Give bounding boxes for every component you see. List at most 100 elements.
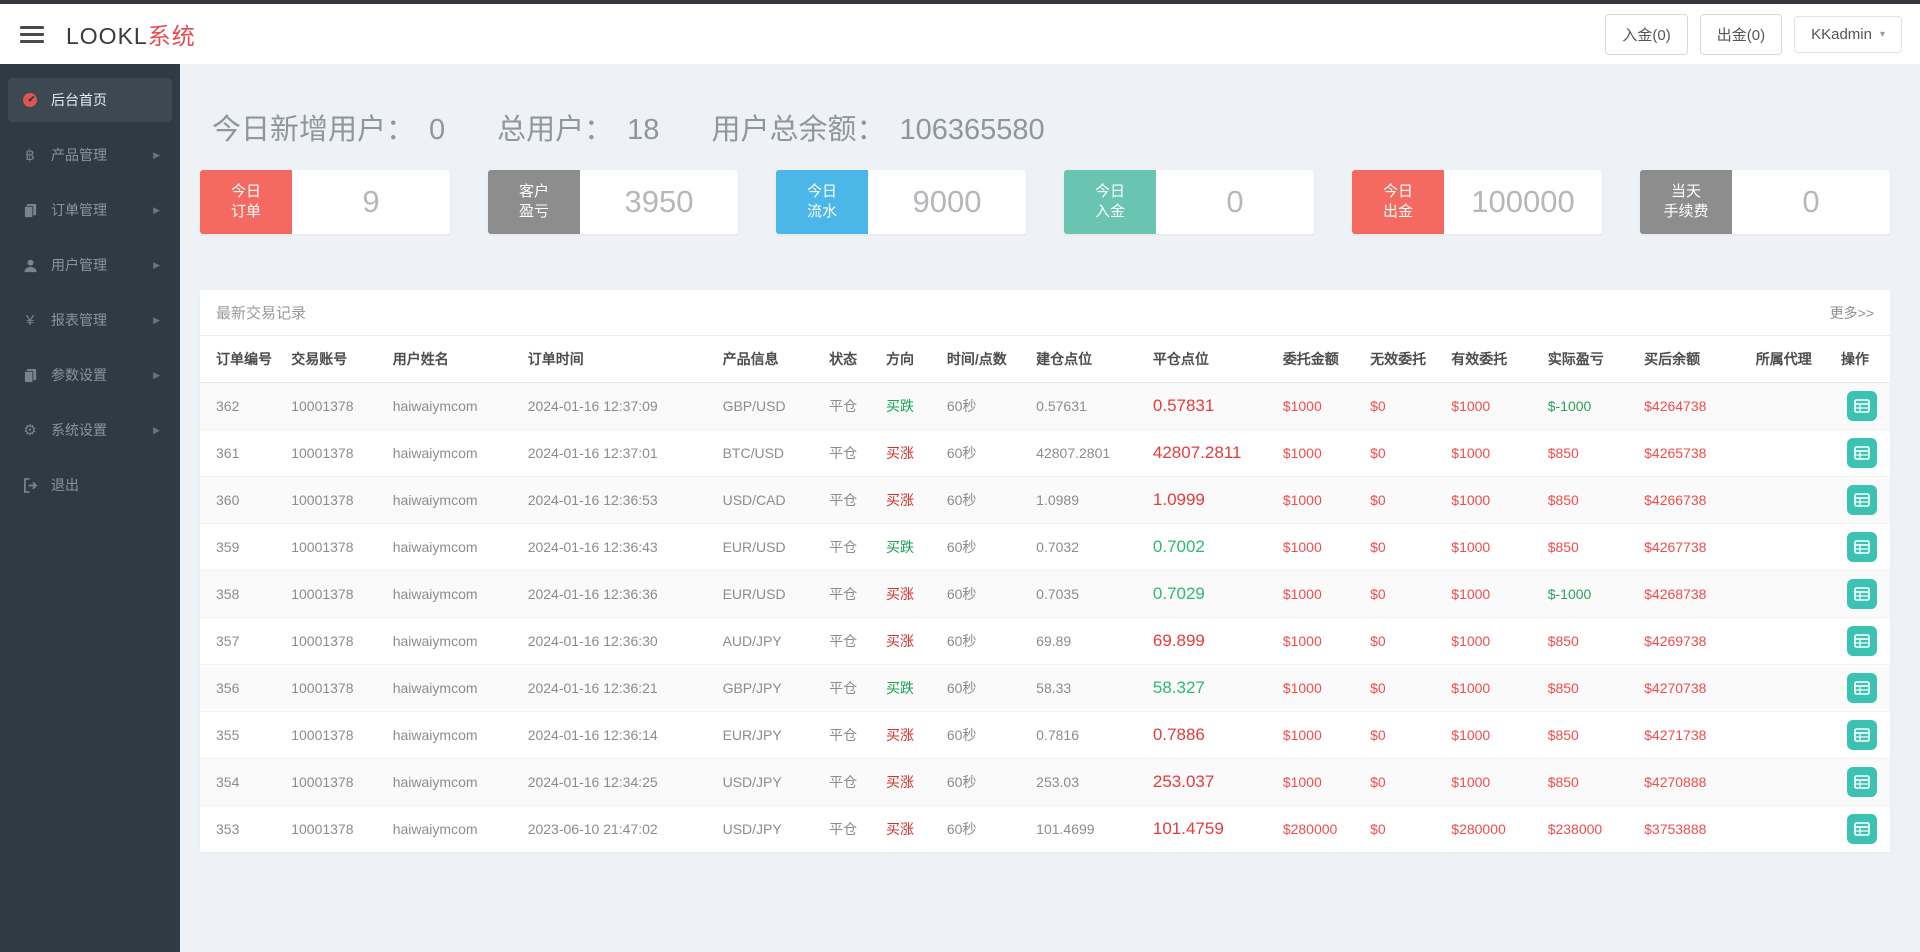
stat-card-label-line2: 盈亏 [518,203,549,220]
cell-open-price: 1.0989 [1028,476,1145,524]
user-icon [20,258,40,273]
sidebar-item-4[interactable]: ¥ 报表管理 ▶ [8,298,172,342]
sidebar-item-label: 订单管理 [51,202,107,218]
cell-product: EUR/JPY [714,711,822,759]
col-header-1: 交易账号 [283,336,385,383]
stat-card-label-line1: 今日 [806,182,837,200]
sidebar-item-7[interactable]: 退出 [8,463,172,507]
stat-card-label-line1: 今日 [1094,182,1125,200]
cell-invalid-amount: $0 [1362,570,1444,618]
cell-direction: 买跌 [877,523,939,571]
stat-card-label-line1: 今日 [230,182,261,200]
order-detail-button[interactable] [1846,485,1877,515]
table-row: 356 10001378 haiwaiymcom 2024-01-16 12:36:2… [200,664,1890,712]
stat-card-label-line2: 流水 [806,203,837,220]
cell-balance-after: $3753888 [1644,821,1707,837]
stat-card-label-line1: 今日 [1382,182,1413,200]
stat-card-0: 今日 订单 9 [200,170,450,234]
table-icon [1853,587,1870,601]
col-header-7: 时间/点数 [938,336,1029,383]
order-detail-button[interactable] [1846,720,1877,750]
cell-period: 60秒 [938,711,1029,759]
table-row: 362 10001378 haiwaiymcom 2024-01-16 12:37:0… [200,382,1890,430]
cell-close-price: 0.57831 [1144,382,1275,430]
order-detail-button[interactable] [1846,579,1877,609]
summary-stats: 今日新增用户： 0 总用户： 18 用户总余额： 106365580 [212,106,1890,148]
cell-order-id: 355 [200,711,284,759]
sidebar-item-0[interactable]: 后台首页 [8,78,172,122]
cell-direction: 买涨 [877,476,939,524]
col-header-8: 建仓点位 [1028,336,1145,383]
cell-actions [1833,711,1890,759]
cell-direction: 买涨 [877,617,939,665]
cell-account: 10001378 [283,523,385,571]
cell-agent [1747,523,1834,571]
cell-order-time: 2024-01-16 12:36:43 [519,523,715,571]
total-users-value: 18 [627,114,660,146]
logo-text-cn: 系统 [147,23,196,49]
withdraw-button[interactable]: 出金(0) [1699,13,1783,55]
logo-text-en: LOOKL [66,23,148,49]
cell-direction: 买涨 [877,429,939,477]
cell-actions [1833,664,1890,712]
cell-invalid-amount: $0 [1362,711,1444,759]
cell-balance-after: $4269738 [1636,617,1748,665]
cell-open-price: 0.7816 [1028,711,1145,759]
cell-open-price: 0.57631 [1028,382,1145,430]
cell-product: GBP/USD [714,382,822,430]
order-detail-button[interactable] [1846,532,1877,562]
col-header-11: 无效委托 [1362,336,1444,383]
sidebar-item-1[interactable]: ฿ 产品管理 ▶ [8,133,172,177]
cell-order-amount: $1000 [1274,476,1363,524]
stat-card-label-line2: 订单 [230,203,261,220]
cell-username: haiwaiymcom [384,429,520,477]
cell-order-time: 2024-01-16 12:37:01 [519,429,715,477]
cell-product: GBP/JPY [714,664,822,712]
cell-balance-after: $4270888 [1636,758,1748,806]
cell-balance-after: $4266738 [1636,476,1748,524]
more-link[interactable]: 更多>> [1830,303,1874,323]
chevron-right-icon: ▶ [153,369,160,380]
cell-username: haiwaiymcom [384,664,520,712]
cell-period: 60秒 [938,664,1029,712]
order-detail-button[interactable] [1846,767,1877,797]
order-detail-button[interactable] [1846,438,1877,468]
cell-invalid-amount: $0 [1362,758,1444,806]
stat-card-label-line2: 入金 [1094,203,1125,220]
total-balance-value: 106365580 [899,114,1045,146]
sidebar-item-2[interactable]: 订单管理 ▶ [8,188,172,232]
cell-direction: 买涨 [885,821,914,837]
sidebar-item-label: 用户管理 [51,257,107,273]
cell-profit-loss: $850 [1539,711,1637,759]
user-menu-button[interactable]: KKadmin ▾ [1794,15,1902,53]
menu-toggle-icon[interactable] [20,22,44,47]
cell-account: 10001378 [283,476,385,524]
cell-period: 60秒 [938,523,1029,571]
sidebar: 后台首页 ฿ 产品管理 ▶ 订单管理 ▶ 用户管理 ▶ ¥ 报表管理 ▶ 参数设置 ▶ ⚙ 系统设置 ▶ 退出 [0,64,180,952]
logout-icon [20,477,40,493]
order-detail-button[interactable] [1846,673,1877,703]
cell-order-amount: $1000 [1274,429,1363,477]
cell-order-time: 2024-01-16 12:36:14 [519,711,715,759]
cell-order-amount: $1000 [1274,570,1363,618]
cell-close-price: 0.7886 [1144,711,1275,759]
stat-card-5: 当天 手续费 0 [1640,170,1890,234]
deposit-button[interactable]: 入金(0) [1605,13,1688,55]
cell-order-time: 2024-01-16 12:36:30 [519,617,715,665]
chevron-right-icon: ▶ [153,149,160,160]
total-users-label: 总用户： [497,114,614,146]
cell-valid-amount: $1000 [1443,711,1540,759]
cell-close-price: 101.4759 [1152,819,1224,838]
col-header-2: 用户姓名 [384,336,520,383]
cell-profit-loss: $238000 [1547,821,1603,837]
order-detail-button[interactable] [1846,814,1877,844]
cell-status: 平仓 [821,617,878,665]
order-detail-button[interactable] [1846,391,1877,421]
stat-card-label-line1: 当天 [1670,182,1701,200]
stat-card-label-line2: 出金 [1382,203,1413,220]
stat-card-label-line2: 手续费 [1663,203,1709,220]
sidebar-item-5[interactable]: 参数设置 ▶ [8,353,172,397]
sidebar-item-3[interactable]: 用户管理 ▶ [8,243,172,287]
order-detail-button[interactable] [1846,626,1877,656]
sidebar-item-6[interactable]: ⚙ 系统设置 ▶ [8,408,172,452]
